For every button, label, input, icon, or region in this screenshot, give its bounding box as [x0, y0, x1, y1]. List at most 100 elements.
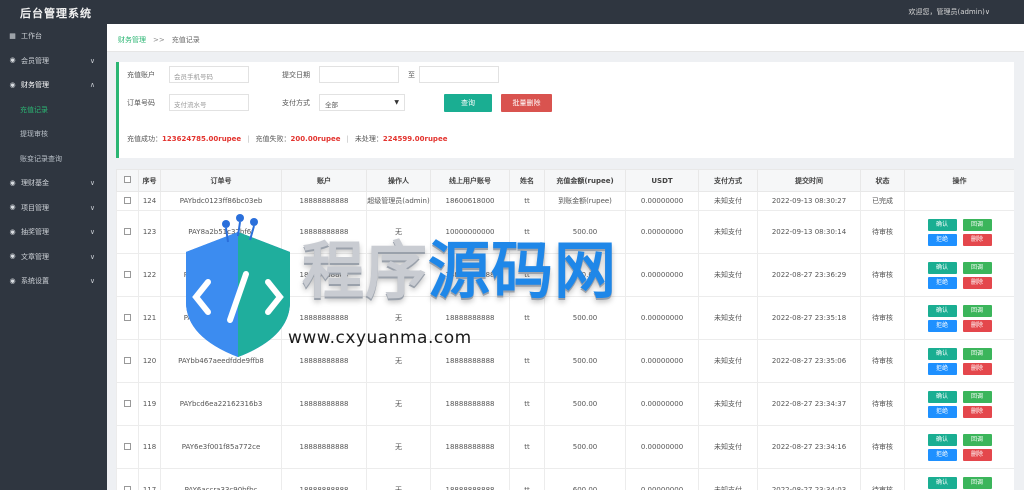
row-checkbox-cell[interactable]: [116, 468, 139, 490]
callback-button[interactable]: 回调: [962, 218, 992, 231]
fail-label: 充值失败：: [255, 135, 291, 143]
order-input[interactable]: 支付流水号: [169, 94, 249, 111]
reject-button[interactable]: 拒绝: [927, 276, 957, 289]
table-cell: 18888888888: [281, 425, 367, 469]
confirm-button[interactable]: 确认: [927, 476, 957, 489]
confirm-button[interactable]: 确认: [927, 304, 957, 317]
sidebar: ▦ 工作台 ◉ 会员管理 ∨ ◉ 财务管理 ∧ 充值记录提现审核 账变记录查询 ◉ 理财基金 ∨ ◉ 项目管…: [0, 24, 107, 490]
sidebar-item[interactable]: 提现审核: [0, 122, 107, 147]
reject-button[interactable]: 拒绝: [927, 448, 957, 461]
table-row: 123 PAY8a2b51c32bf6f 18888888888 无 100000000…: [116, 210, 1014, 254]
row-checkbox[interactable]: [124, 196, 131, 204]
sidebar-item[interactable]: ◉ 财务管理 ∧: [0, 73, 107, 98]
sidebar-item[interactable]: ◉ 会员管理 ∨: [0, 49, 107, 74]
table-cell: 未知支付: [698, 468, 758, 490]
row-checkbox-cell[interactable]: [116, 296, 139, 340]
table-cell: 未知支付: [698, 296, 758, 340]
row-checkbox[interactable]: [124, 399, 131, 407]
sidebar-item[interactable]: ◉ 系统设置 ∨: [0, 269, 107, 294]
column-header: 提交时间: [757, 169, 861, 192]
sidebar-item[interactable]: ◉ 文章管理 ∨: [0, 245, 107, 270]
table-cell: 未知支付: [698, 191, 758, 211]
row-checkbox-cell[interactable]: [116, 382, 139, 426]
delete-button[interactable]: 删除: [962, 276, 992, 289]
callback-button[interactable]: 回调: [962, 390, 992, 403]
delete-button[interactable]: 删除: [962, 233, 992, 246]
table-cell: 500.00: [544, 253, 626, 297]
sidebar-item-label: 抽奖管理: [21, 228, 49, 237]
table-cell: 2022-08-27 23:34:16: [757, 425, 861, 469]
delete-button[interactable]: 删除: [962, 405, 992, 418]
sidebar-item[interactable]: ◉ 项目管理 ∨: [0, 196, 107, 221]
table-cell: 待审核: [860, 210, 905, 254]
callback-button[interactable]: 回调: [962, 347, 992, 360]
delete-button[interactable]: 删除: [962, 448, 992, 461]
dashboard-icon: ▦: [9, 31, 16, 40]
sidebar-item[interactable]: 充值记录: [0, 98, 107, 123]
chevron-down-icon: ∨: [89, 179, 95, 187]
row-checkbox[interactable]: [124, 270, 131, 278]
date-start-input[interactable]: [319, 66, 399, 83]
table-cell: 未知支付: [698, 339, 758, 383]
callback-button[interactable]: 回调: [962, 304, 992, 317]
sidebar-item[interactable]: ◉ 抽奖管理 ∨: [0, 220, 107, 245]
table-cell: 未知支付: [698, 382, 758, 426]
column-header: USDT: [625, 169, 699, 192]
row-checkbox-cell[interactable]: [116, 253, 139, 297]
batch-delete-button[interactable]: 批量删除: [501, 94, 552, 112]
reject-button[interactable]: 拒绝: [927, 362, 957, 375]
row-checkbox[interactable]: [124, 356, 131, 364]
delete-button[interactable]: 删除: [962, 362, 992, 375]
confirm-button[interactable]: 确认: [927, 390, 957, 403]
confirm-button[interactable]: 确认: [927, 218, 957, 231]
sidebar-item[interactable]: ▦ 工作台: [0, 24, 107, 49]
sidebar-item[interactable]: 账变记录查询: [0, 147, 107, 172]
row-checkbox[interactable]: [124, 442, 131, 450]
callback-button[interactable]: 回调: [962, 261, 992, 274]
confirm-button[interactable]: 确认: [927, 433, 957, 446]
row-checkbox-cell[interactable]: [116, 425, 139, 469]
table-row: 119 PAYbcd6ea22162316b3 18888888888 无 188888…: [116, 382, 1014, 426]
table-cell: 待审核: [860, 339, 905, 383]
table-cell: 2022-08-27 23:36:29: [757, 253, 861, 297]
reject-button[interactable]: 拒绝: [927, 233, 957, 246]
row-checkbox-cell[interactable]: [116, 339, 139, 383]
breadcrumb: 财务管理 >> 充值记录: [107, 24, 1024, 52]
row-checkbox-cell[interactable]: [116, 191, 139, 211]
account-input[interactable]: 会员手机号码: [169, 66, 249, 83]
user-menu[interactable]: 欢迎您，管理员(admin)∨: [908, 7, 990, 17]
table-header: 序号 订单号 账户 操作人 线上用户账号 姓名 充值金额(rupee) USDT 支付方式 提交时…: [116, 169, 1014, 192]
table-cell: 122: [138, 253, 161, 297]
callback-button[interactable]: 回调: [962, 476, 992, 489]
pay-method-select[interactable]: 全部 ▼: [319, 94, 405, 111]
table-row: 121 PAY8e3a6a3e6b61f8f 18888888888 无 1888888…: [116, 296, 1014, 340]
table-cell: tt: [509, 382, 545, 426]
account-label: 充值账户: [127, 71, 155, 79]
select-all-checkbox[interactable]: [116, 169, 139, 192]
sidebar-item[interactable]: ◉ 理财基金 ∨: [0, 171, 107, 196]
confirm-button[interactable]: 确认: [927, 261, 957, 274]
table-cell: tt: [509, 191, 545, 211]
row-checkbox[interactable]: [124, 313, 131, 321]
table-cell: 待审核: [860, 468, 905, 490]
breadcrumb-parent[interactable]: 财务管理: [118, 36, 146, 44]
reject-button[interactable]: 拒绝: [927, 405, 957, 418]
confirm-button[interactable]: 确认: [927, 347, 957, 360]
delete-button[interactable]: 删除: [962, 319, 992, 332]
row-actions: 确认回调拒绝删除: [904, 425, 1014, 469]
checkbox[interactable]: [124, 176, 131, 183]
row-checkbox-cell[interactable]: [116, 210, 139, 254]
table-row: 120 PAYbb467aeedfdde9ffb8 18888888888 无 1888…: [116, 339, 1014, 383]
table-cell: 2022-09-13 08:30:27: [757, 191, 861, 211]
user-icon: ◉: [9, 56, 16, 65]
row-checkbox[interactable]: [124, 227, 131, 235]
callback-button[interactable]: 回调: [962, 433, 992, 446]
table-cell: 18888888888: [281, 253, 367, 297]
reject-button[interactable]: 拒绝: [927, 319, 957, 332]
date-end-input[interactable]: [419, 66, 499, 83]
sidebar-item-label: 充值记录: [20, 105, 48, 114]
row-checkbox[interactable]: [124, 485, 131, 490]
table-cell: tt: [509, 296, 545, 340]
search-button[interactable]: 查询: [444, 94, 492, 112]
column-header: 操作人: [366, 169, 431, 192]
